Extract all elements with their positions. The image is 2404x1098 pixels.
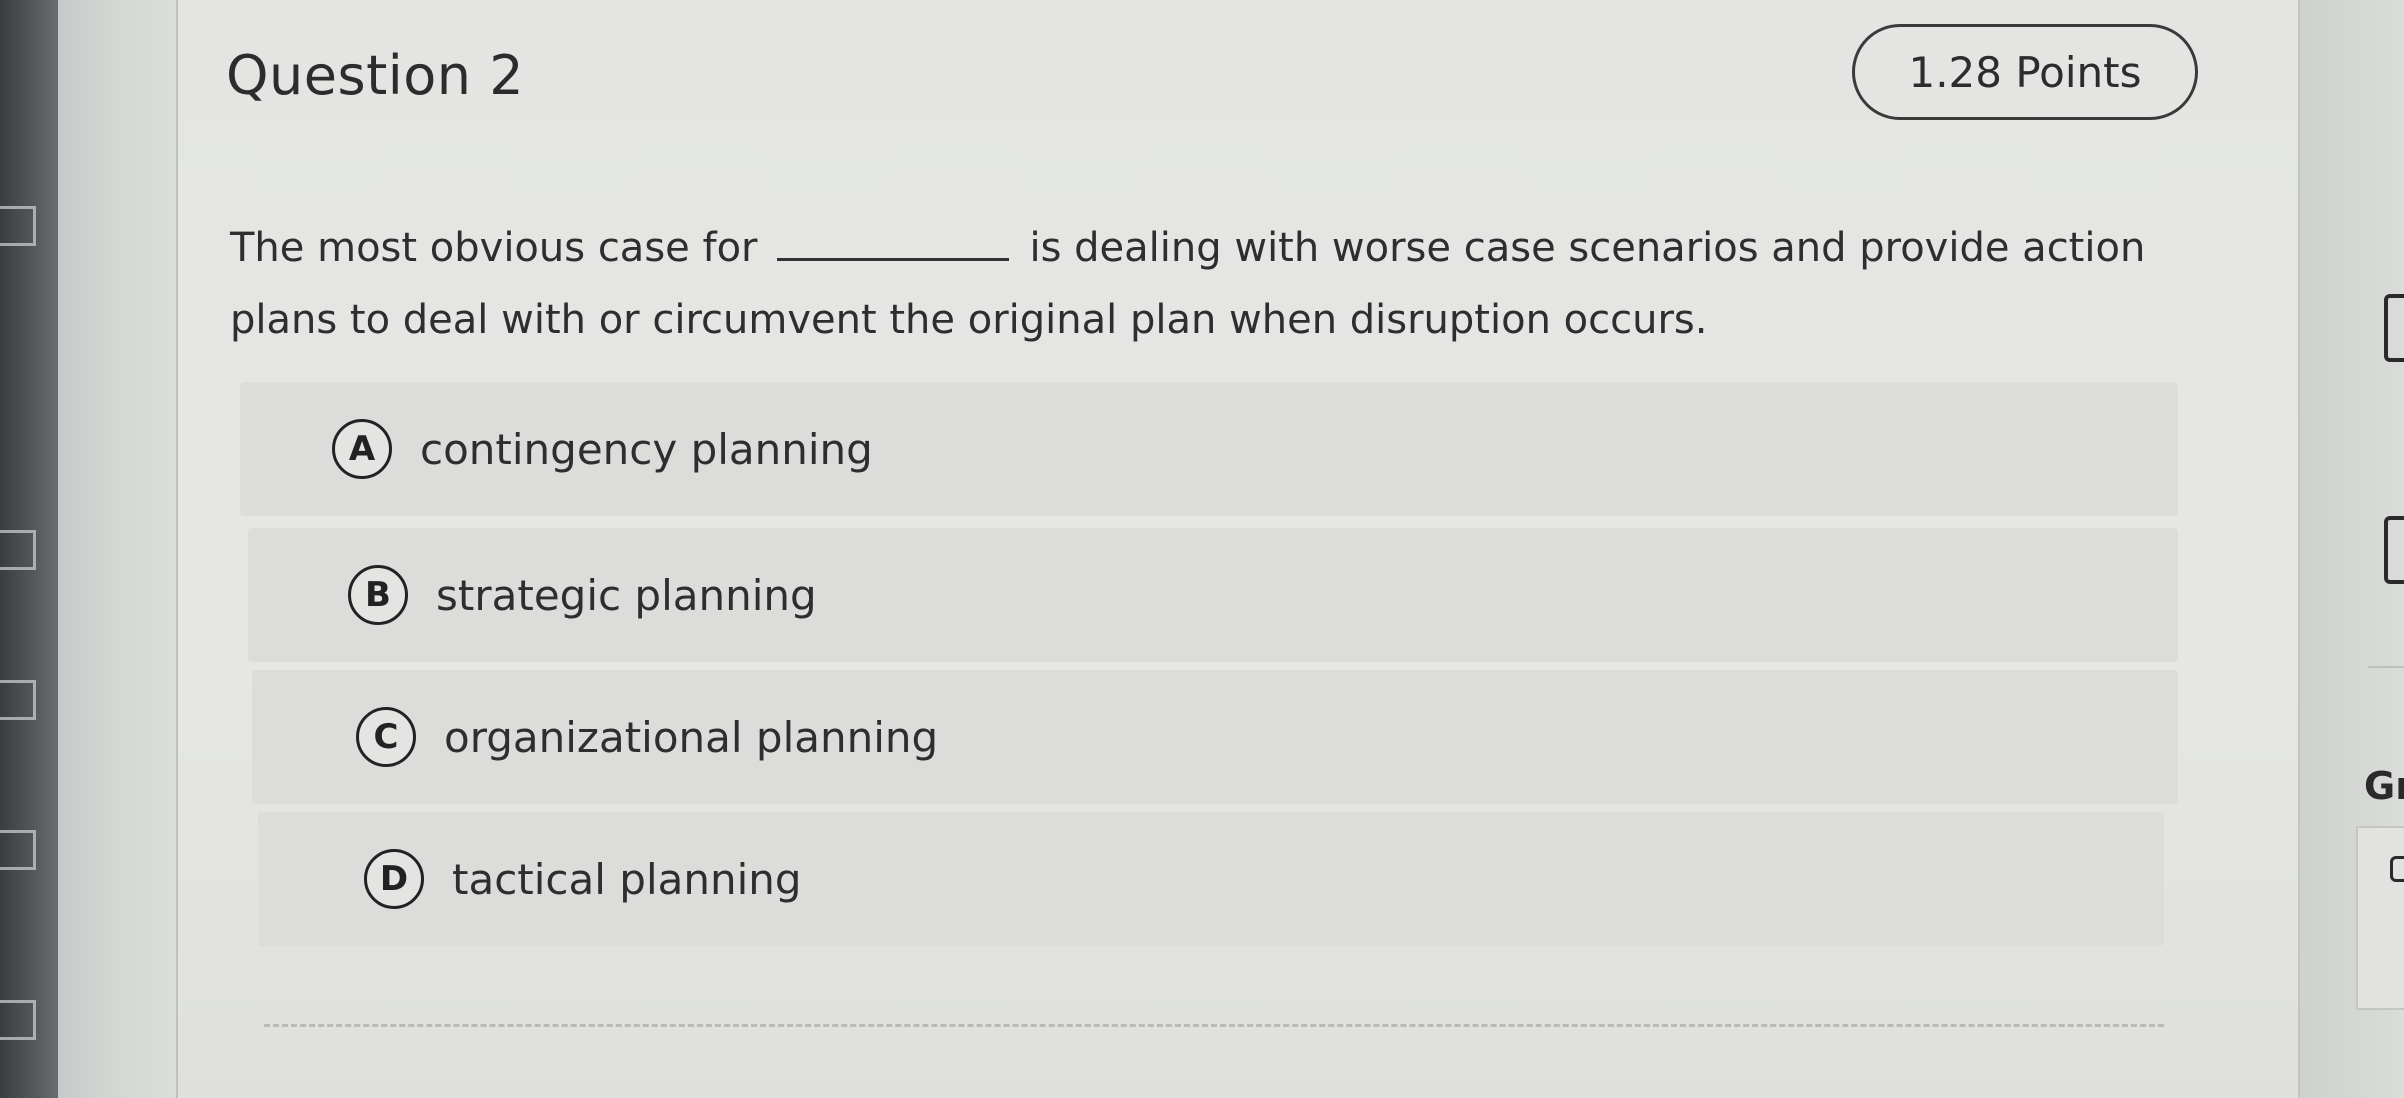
question-card: Question 2 1.28 Points The most obvious …	[178, 0, 2298, 1098]
sidebar-icon	[0, 206, 36, 246]
option-label-a: contingency planning	[420, 424, 873, 474]
section-divider	[264, 1024, 2164, 1027]
option-b[interactable]: B strategic planning	[248, 528, 2178, 662]
panel-box	[2356, 826, 2404, 1010]
option-letter-a: A	[332, 419, 392, 479]
option-letter-d: D	[364, 849, 424, 909]
left-sidebar-edge	[0, 0, 58, 1098]
fill-in-blank	[777, 225, 1010, 261]
option-label-b: strategic planning	[436, 570, 817, 620]
option-letter-c: C	[356, 707, 416, 767]
prompt-text-start: The most obvious case for	[230, 225, 758, 271]
notes-icon[interactable]	[2384, 516, 2404, 584]
points-badge: 1.28 Points	[1852, 24, 2198, 120]
bookmark-icon[interactable]	[2384, 294, 2404, 362]
option-label-c: organizational planning	[444, 712, 939, 762]
left-rail	[58, 0, 178, 1098]
list-icon	[0, 830, 36, 870]
close-icon	[0, 680, 36, 720]
option-a[interactable]: A contingency planning	[240, 382, 2178, 516]
panel-divider	[2368, 666, 2404, 668]
calendar-icon	[0, 530, 36, 570]
panel-label-partial: Gı	[2364, 764, 2404, 808]
prompt-text-line2: plans to deal with or circumvent the ori…	[230, 297, 1708, 343]
option-letter-b: B	[348, 565, 408, 625]
option-c[interactable]: C organizational planning	[252, 670, 2178, 804]
prompt-text-end: is dealing with worse case scenarios and…	[1029, 225, 2146, 271]
question-prompt: The most obvious case for is dealing with…	[230, 212, 2230, 356]
question-title: Question 2	[226, 44, 525, 107]
option-d[interactable]: D tactical planning	[258, 812, 2164, 946]
option-label-d: tactical planning	[452, 854, 802, 904]
bracket-icon	[2390, 856, 2404, 882]
settings-icon	[0, 1000, 36, 1040]
